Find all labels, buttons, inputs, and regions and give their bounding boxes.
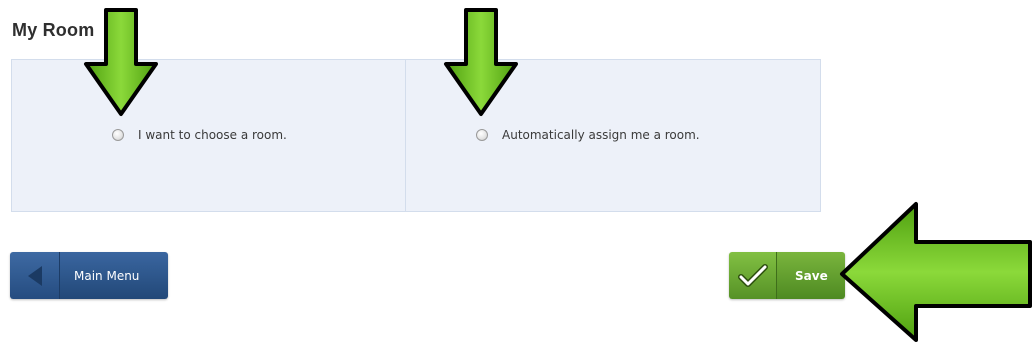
save-label: Save [777,252,845,299]
auto-assign-label: Automatically assign me a room. [502,128,700,142]
back-arrow-icon [10,252,60,299]
page: My Room I want to choose a room. Automat… [0,0,1035,345]
main-menu-label: Main Menu [60,252,168,299]
choose-room-radio[interactable] [112,129,124,141]
option-auto-assign[interactable]: Automatically assign me a room. [476,128,700,142]
options-divider [405,60,406,211]
main-menu-button[interactable]: Main Menu [10,252,168,299]
checkmark-icon [729,252,777,299]
left-arrow-icon [840,202,1032,342]
auto-assign-radio[interactable] [476,129,488,141]
choose-room-label: I want to choose a room. [138,128,287,142]
option-choose-room[interactable]: I want to choose a room. [112,128,287,142]
room-options-panel: I want to choose a room. Automatically a… [11,59,821,212]
page-title: My Room [12,20,95,40]
save-button[interactable]: Save [729,252,845,299]
